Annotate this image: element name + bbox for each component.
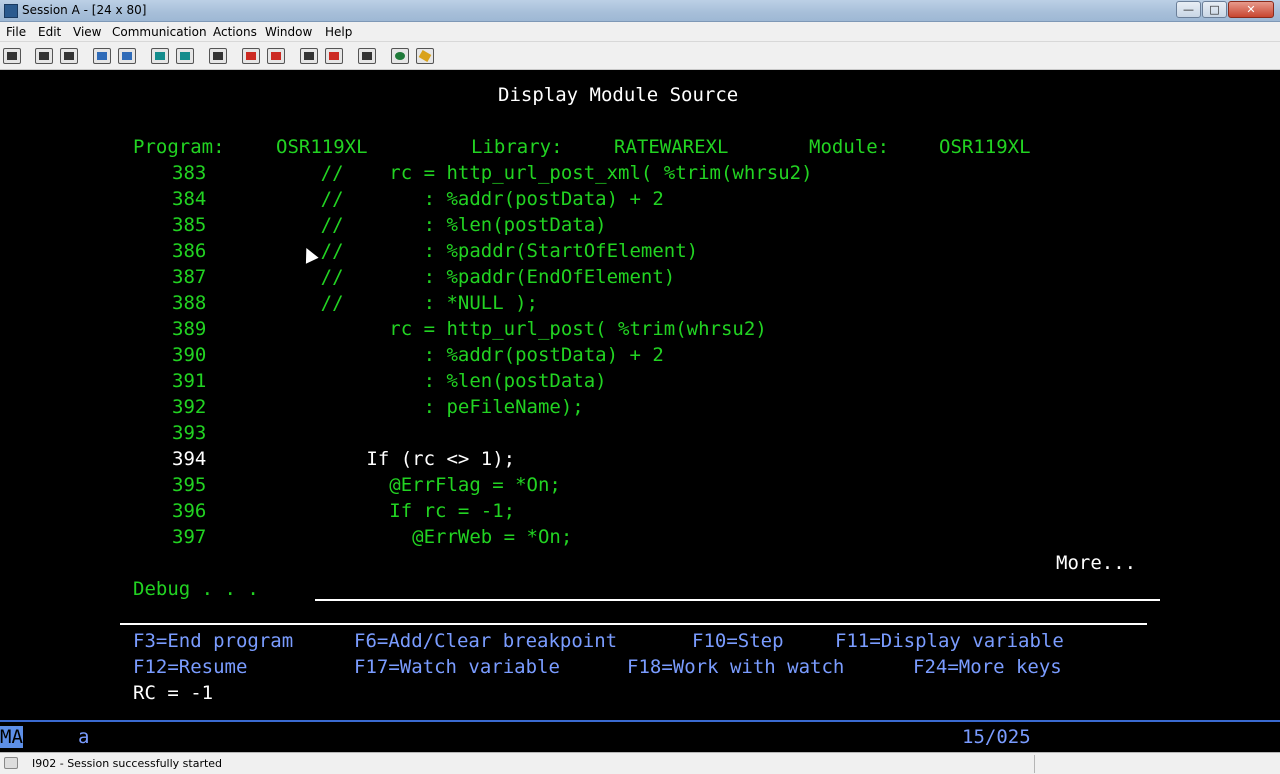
source-code-line[interactable]: // rc = http_url_post_xml( %trim(whrsu2)	[252, 160, 813, 186]
module-value: OSR119XL	[939, 136, 1031, 158]
line-number: 387	[172, 266, 207, 288]
menu-view[interactable]: View	[73, 25, 101, 39]
source-code-line[interactable]: : %len(postData)	[252, 368, 607, 394]
f3-end-program-key[interactable]: F3=End program	[133, 628, 293, 654]
f18-work-with-watch-key[interactable]: F18=Work with watch	[627, 654, 844, 680]
source-code-line[interactable]: // : %paddr(StartOfElement)	[252, 238, 699, 264]
copy-icon[interactable]	[35, 48, 53, 64]
line-number: 385	[172, 214, 207, 236]
line-number: 394	[172, 448, 207, 470]
source-code-line[interactable]: If (rc <> 1);	[252, 446, 515, 472]
oia-input-indicator: a	[78, 726, 90, 748]
source-code-line[interactable]: // : %paddr(EndOfElement)	[252, 264, 676, 290]
line-number: 392	[172, 396, 207, 418]
line-number: 393	[172, 422, 207, 444]
module-label: Module:	[809, 136, 890, 158]
pause-macro-icon[interactable]	[325, 48, 343, 64]
receive-icon[interactable]	[118, 48, 136, 64]
line-number: 389	[172, 318, 207, 340]
more-indicator: More...	[1056, 552, 1137, 574]
f11-display-variable-key[interactable]: F11=Display variable	[835, 628, 1064, 654]
line-number: 390	[172, 344, 207, 366]
status-bar: I902 - Session successfully started	[0, 752, 1280, 774]
session-status-icon	[4, 757, 18, 769]
function-key-separator	[120, 623, 1147, 625]
oia-mode-indicator: MA	[0, 724, 23, 750]
source-code-line[interactable]: // : %addr(postData) + 2	[252, 186, 664, 212]
title-bar: Session A - [24 x 80] — □ ✕	[0, 0, 1280, 22]
line-number: 396	[172, 500, 207, 522]
close-button[interactable]: ✕	[1228, 1, 1274, 18]
macro-icon[interactable]	[209, 48, 227, 64]
record-macro-icon[interactable]	[242, 48, 260, 64]
toolbar	[0, 42, 1280, 70]
debug-command-input[interactable]	[315, 577, 1160, 601]
menu-bar: File Edit View Communication Actions Win…	[0, 22, 1280, 42]
menu-edit[interactable]: Edit	[38, 25, 61, 39]
source-code-line[interactable]: rc = http_url_post( %trim(whrsu2)	[252, 316, 767, 342]
screen-title: Display Module Source	[498, 84, 739, 106]
message-line: RC = -1	[133, 682, 214, 704]
source-code-line[interactable]: : peFileName);	[252, 394, 584, 420]
menu-actions[interactable]: Actions	[213, 25, 257, 39]
program-value: OSR119XL	[276, 136, 368, 158]
display-icon[interactable]	[151, 48, 169, 64]
source-code-line[interactable]: // : %len(postData)	[252, 212, 607, 238]
menu-window[interactable]: Window	[265, 25, 312, 39]
send-icon[interactable]	[93, 48, 111, 64]
paste-icon[interactable]	[60, 48, 78, 64]
f12-resume-key[interactable]: F12=Resume	[133, 654, 247, 680]
line-number: 386	[172, 240, 207, 262]
line-number: 391	[172, 370, 207, 392]
stop-macro-icon[interactable]	[267, 48, 285, 64]
source-code-line[interactable]: : %addr(postData) + 2	[252, 342, 664, 368]
source-code-line[interactable]: // : *NULL );	[252, 290, 538, 316]
line-number: 395	[172, 474, 207, 496]
tag-icon[interactable]	[416, 48, 434, 64]
print-screen-icon[interactable]	[3, 48, 21, 64]
line-number: 397	[172, 526, 207, 548]
clipboard-icon[interactable]	[358, 48, 376, 64]
app-icon[interactable]	[4, 4, 18, 18]
source-code-line[interactable]: @ErrWeb = *On;	[252, 524, 572, 550]
f24-more-keys-key[interactable]: F24=More keys	[913, 654, 1062, 680]
f17-watch-variable-key[interactable]: F17=Watch variable	[354, 654, 560, 680]
library-label: Library:	[471, 136, 563, 158]
terminal-screen[interactable]: Display Module Source Program: OSR119XL …	[0, 70, 1280, 748]
program-label: Program:	[133, 136, 225, 158]
menu-communication[interactable]: Communication	[112, 25, 207, 39]
status-divider	[1034, 755, 1035, 773]
oia-mode-text: MA	[0, 726, 23, 748]
line-number: 383	[172, 162, 207, 184]
f6-add-clear-breakpoint-key[interactable]: F6=Add/Clear breakpoint	[354, 628, 617, 654]
globe-icon[interactable]	[391, 48, 409, 64]
source-code-line[interactable]: @ErrFlag = *On;	[252, 472, 561, 498]
library-value: RATEWAREXL	[614, 136, 729, 158]
menu-file[interactable]: File	[6, 25, 26, 39]
keypad-icon[interactable]	[176, 48, 194, 64]
source-code-line[interactable]: If rc = -1;	[252, 498, 515, 524]
window-title: Session A - [24 x 80]	[22, 3, 147, 17]
line-number: 388	[172, 292, 207, 314]
maximize-button[interactable]: □	[1202, 1, 1227, 18]
menu-help[interactable]: Help	[325, 25, 352, 39]
minimize-button[interactable]: —	[1176, 1, 1201, 18]
status-message: I902 - Session successfully started	[32, 757, 223, 770]
line-number: 384	[172, 188, 207, 210]
f10-step-key[interactable]: F10=Step	[692, 628, 784, 654]
debug-label: Debug . . .	[133, 578, 259, 600]
play-macro-icon[interactable]	[300, 48, 318, 64]
cursor-position-indicator: 15/025	[962, 726, 1031, 748]
oia-separator	[0, 720, 1280, 722]
